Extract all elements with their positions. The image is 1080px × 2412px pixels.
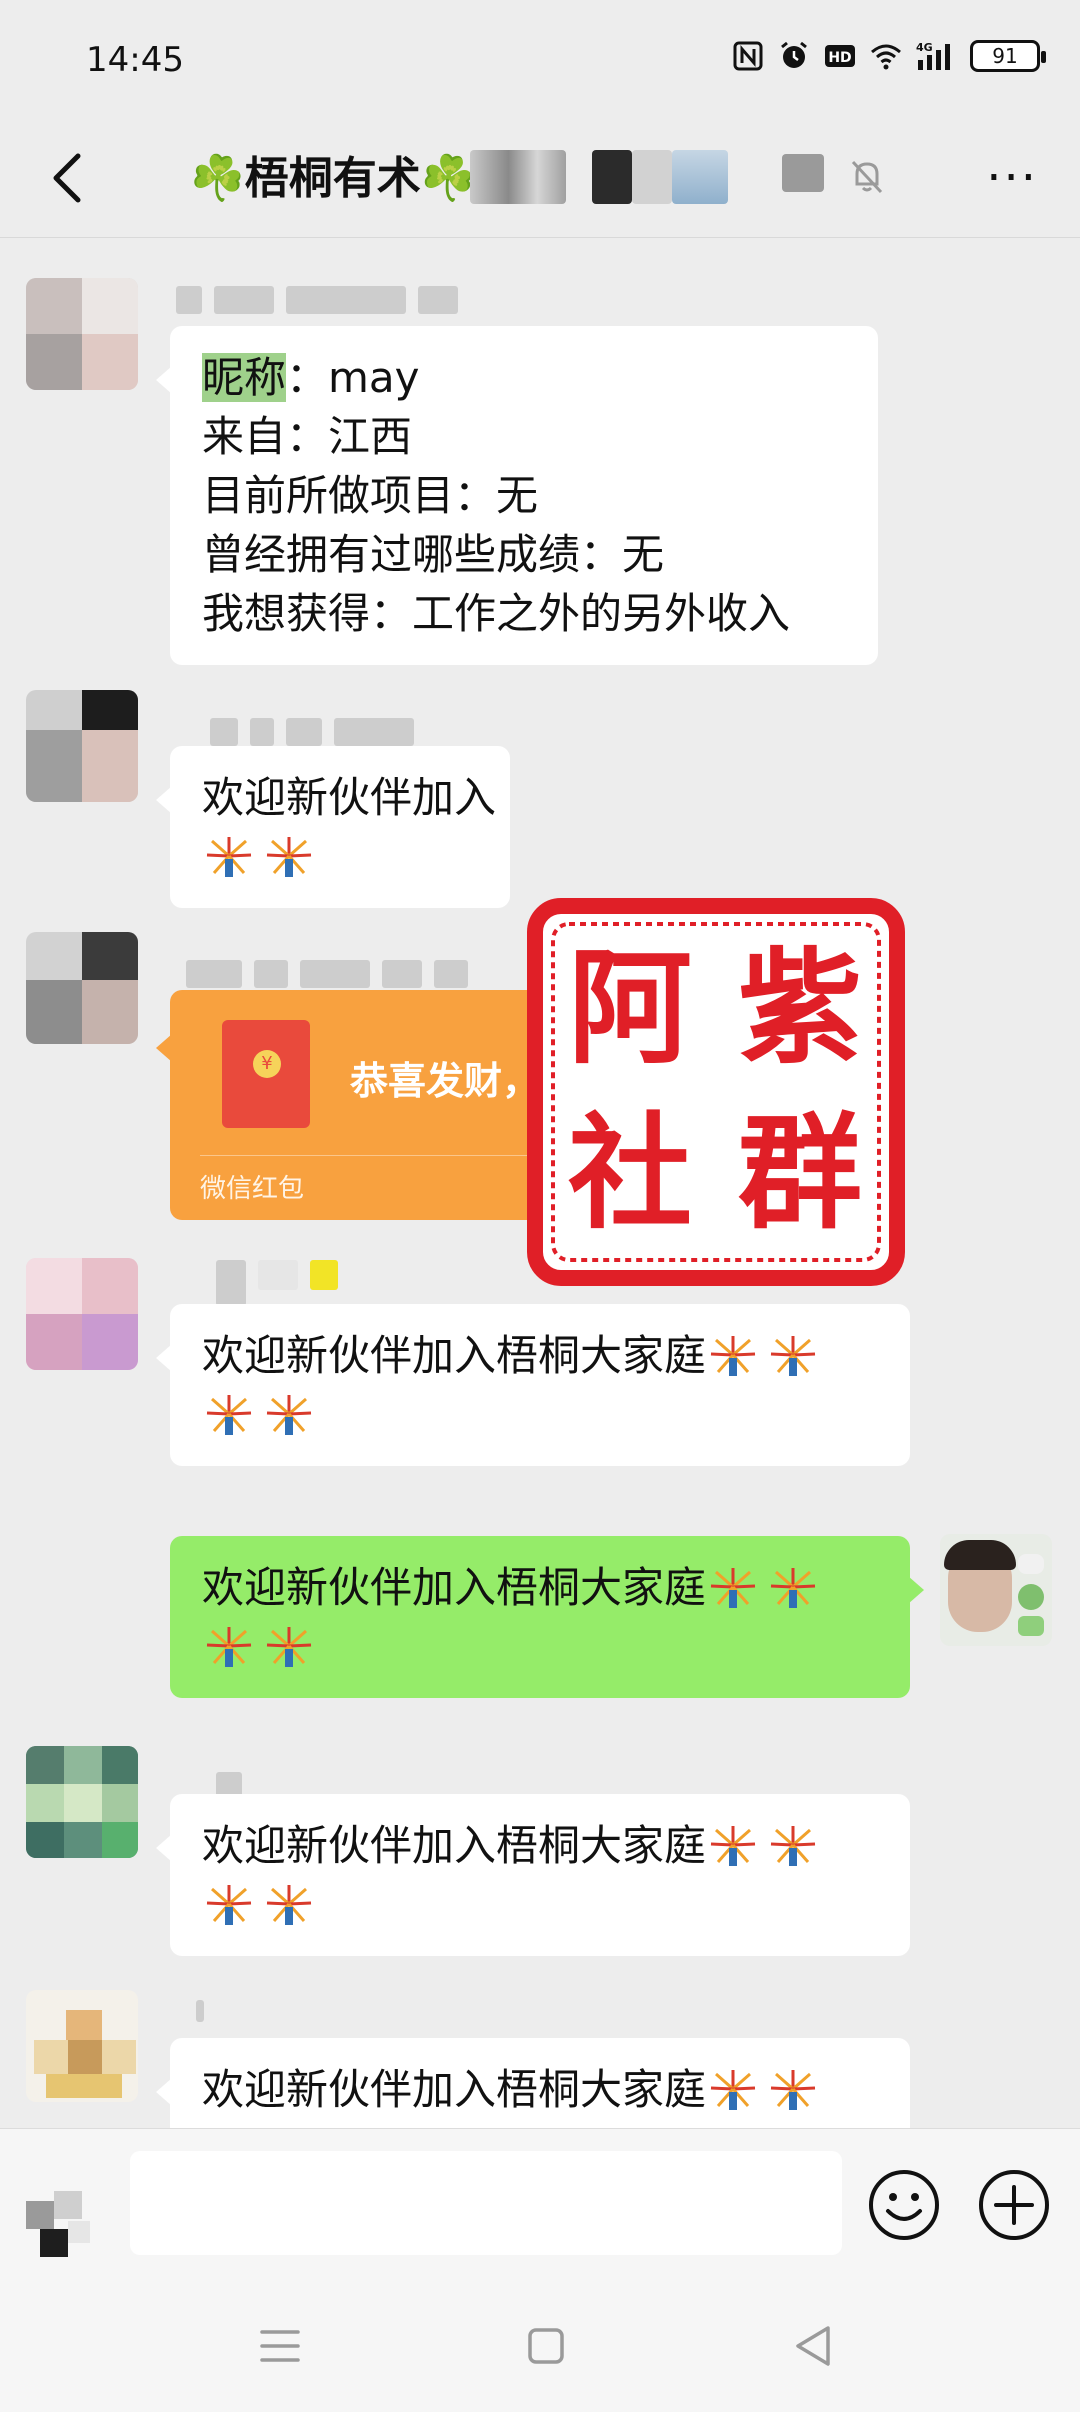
- firework-icon: [770, 1568, 816, 1608]
- sender-nickname-blurred: [210, 718, 426, 748]
- home-icon[interactable]: [516, 2316, 576, 2376]
- firework-icon: [770, 1826, 816, 1866]
- message-line-1: 欢迎新伙伴加入梧桐大家庭: [202, 1816, 878, 1875]
- svg-text:紫: 紫: [738, 936, 862, 1081]
- 4g-signal-icon: 4G: [916, 41, 950, 70]
- avatar[interactable]: [26, 278, 138, 390]
- intro-line-nickname: 昵称：may: [202, 348, 846, 407]
- more-icon[interactable]: ···: [986, 150, 1038, 206]
- firework-icon: [710, 2070, 756, 2110]
- battery-icon: 91: [970, 40, 1046, 72]
- title-blurred-segment: [782, 154, 824, 192]
- firework-icon: [710, 1568, 756, 1608]
- own-message-bubble[interactable]: 欢迎新伙伴加入梧桐大家庭: [170, 1536, 924, 1698]
- message-input-bar: [0, 2128, 1080, 2278]
- group-title[interactable]: ☘️梧桐有术☘️: [190, 142, 476, 206]
- intro-line-from: 来自：江西: [202, 412, 413, 461]
- nfc-icon: [733, 41, 763, 71]
- welcome-message-bubble[interactable]: 欢迎新伙伴加入梧桐大家庭: [156, 1304, 910, 1466]
- welcome-message-bubble[interactable]: 欢迎新伙伴加入梧桐大家庭: [156, 2038, 910, 2128]
- alarm-icon: [781, 41, 807, 68]
- firework-icon: [710, 1336, 756, 1376]
- title-blurred-segment: [672, 150, 728, 204]
- plus-icon[interactable]: [976, 2167, 1052, 2243]
- sender-nickname-blurred: [186, 960, 480, 990]
- welcome-message-bubble[interactable]: 欢迎新伙伴加入: [156, 746, 510, 908]
- highlighted-keyword: 昵称: [202, 353, 287, 402]
- firework-icon: [770, 2070, 816, 2110]
- avatar[interactable]: [26, 1746, 138, 1858]
- firework-icon: [266, 1627, 312, 1667]
- title-blurred-segment: [470, 150, 566, 204]
- firework-icon: [770, 1336, 816, 1376]
- title-blurred-segment: [592, 150, 632, 204]
- mute-bell-icon: [851, 160, 883, 194]
- system-nav-bar: [0, 2278, 1080, 2412]
- message-line-1: 欢迎新伙伴加入梧桐大家庭: [202, 1326, 878, 1385]
- message-line-1: 欢迎新伙伴加入梧桐大家庭: [202, 1558, 878, 1617]
- emoji-line: [202, 1875, 878, 1934]
- sender-nickname-blurred: [176, 286, 470, 316]
- message-text: 欢迎新伙伴加入梧桐大家庭: [202, 1821, 707, 1870]
- wifi-icon: [871, 44, 901, 70]
- status-bar: 14:45 HD 4G 91: [0, 0, 1080, 120]
- svg-text:4G: 4G: [916, 41, 933, 54]
- sender-nickname-blurred: [216, 1260, 350, 1306]
- svg-text:社: 社: [568, 1101, 692, 1246]
- message-line-1: 欢迎新伙伴加入梧桐大家庭: [202, 2060, 878, 2119]
- avatar[interactable]: [26, 690, 138, 802]
- svg-text:群: 群: [738, 1101, 862, 1246]
- emoji-line: [202, 827, 478, 886]
- avatar[interactable]: [26, 1258, 138, 1370]
- emoji-line: [202, 1385, 878, 1444]
- sender-nickname-blurred: [196, 2000, 216, 2030]
- emoji-icon[interactable]: [866, 2167, 942, 2243]
- intro-line-text: ：may: [286, 353, 420, 402]
- message-text: 欢迎新伙伴加入梧桐大家庭: [202, 1563, 707, 1612]
- watermark-seal: 阿 紫 社 群: [527, 898, 905, 1286]
- battery-level: 91: [992, 44, 1018, 68]
- voice-toggle-icon[interactable]: [26, 2181, 110, 2265]
- intro-line-achievements: 曾经拥有过哪些成绩：无: [202, 530, 665, 579]
- firework-icon: [266, 1885, 312, 1925]
- title-blurred-segment: [632, 150, 672, 204]
- avatar[interactable]: [26, 1990, 138, 2102]
- firework-icon: [206, 1395, 252, 1435]
- intro-line-project: 目前所做项目：无: [202, 471, 539, 520]
- status-icons: HD 4G 91: [732, 40, 1046, 72]
- intro-line-goal: 我想获得：工作之外的另外收入: [202, 589, 791, 638]
- hd-icon: HD: [825, 45, 855, 67]
- own-avatar[interactable]: [940, 1534, 1052, 1646]
- status-time: 14:45: [86, 40, 184, 80]
- back-triangle-icon[interactable]: [784, 2316, 844, 2376]
- message-input[interactable]: [130, 2151, 842, 2255]
- menu-icon[interactable]: [250, 2316, 310, 2376]
- message-text: 欢迎新伙伴加入梧桐大家庭: [202, 1331, 707, 1380]
- message-text: 欢迎新伙伴加入梧桐大家庭: [202, 2065, 707, 2114]
- svg-text:HD: HD: [828, 50, 851, 66]
- intro-message-bubble[interactable]: 昵称：may 来自：江西 目前所做项目：无 曾经拥有过哪些成绩：无 我想获得：工…: [156, 326, 878, 665]
- firework-icon: [206, 837, 252, 877]
- svg-text:阿: 阿: [568, 936, 692, 1081]
- firework-icon: [266, 1395, 312, 1435]
- firework-icon: [206, 1627, 252, 1667]
- firework-icon: [266, 837, 312, 877]
- firework-icon: [710, 1826, 756, 1866]
- back-arrow-icon[interactable]: [40, 148, 96, 208]
- chat-title-bar: ☘️梧桐有术☘️ ···: [0, 120, 1080, 238]
- emoji-line: [202, 1617, 878, 1676]
- welcome-message-bubble[interactable]: 欢迎新伙伴加入梧桐大家庭: [156, 1794, 910, 1956]
- avatar[interactable]: [26, 932, 138, 1044]
- message-text: 欢迎新伙伴加入: [202, 773, 497, 822]
- red-packet-icon: ¥: [222, 1020, 310, 1128]
- chat-message-list[interactable]: 昵称：may 来自：江西 目前所做项目：无 曾经拥有过哪些成绩：无 我想获得：工…: [0, 238, 1080, 2128]
- firework-icon: [206, 1885, 252, 1925]
- red-packet-label: 微信红包: [200, 1174, 305, 1204]
